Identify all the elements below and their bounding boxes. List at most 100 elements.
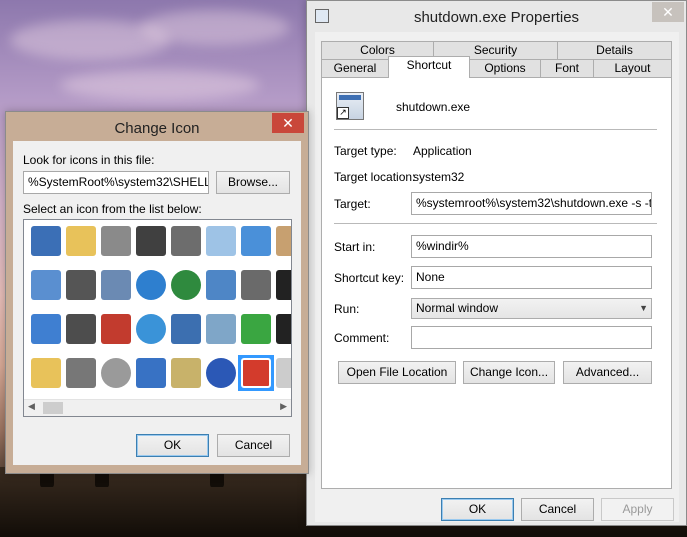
globe-icon-glyph <box>136 270 166 300</box>
select-icon-label: Select an icon from the list below: <box>23 202 202 216</box>
drive-icon[interactable] <box>98 223 134 259</box>
window-app-icon-glyph <box>31 226 61 256</box>
icon-list[interactable]: ◀ ▶ <box>23 219 292 417</box>
chevron-down-icon: ▼ <box>639 303 648 313</box>
cancel-button[interactable]: Cancel <box>521 498 594 521</box>
partial-icon-glyph <box>276 226 291 256</box>
tab-options[interactable]: Options <box>469 59 541 78</box>
advanced-button[interactable]: Advanced... <box>563 361 652 384</box>
window-frame-icon[interactable] <box>238 223 274 259</box>
folder-icon[interactable] <box>63 223 99 259</box>
clock-doc-icon[interactable] <box>203 223 239 259</box>
cd-drive-icon-glyph <box>101 358 131 388</box>
shortcut-key-label: Shortcut key: <box>334 271 405 285</box>
drive-network-icon[interactable] <box>63 267 99 303</box>
dialog-client: Look for icons in this file: %SystemRoot… <box>13 141 301 465</box>
target-field[interactable]: %systemroot%\system32\shutdown.exe -s -t… <box>411 192 652 215</box>
network-drive-icon-glyph <box>101 270 131 300</box>
cd-drive-icon[interactable] <box>98 355 134 391</box>
printer-icon[interactable] <box>168 223 204 259</box>
search-icon[interactable] <box>203 311 239 347</box>
window-app-icon[interactable] <box>28 223 64 259</box>
arrow-drive-icon[interactable] <box>238 311 274 347</box>
dialog-cancel-button[interactable]: Cancel <box>217 434 290 457</box>
scroll-left-icon[interactable]: ◀ <box>28 401 35 412</box>
floppy-icon-glyph <box>66 314 96 344</box>
drive-icon-2[interactable] <box>63 355 99 391</box>
partial-icon[interactable] <box>273 223 291 259</box>
search-icon-glyph <box>206 314 236 344</box>
browse-button[interactable]: Browse... <box>216 171 290 194</box>
look-for-label: Look for icons in this file: <box>23 153 155 167</box>
scroll-right-icon[interactable]: ▶ <box>280 401 287 412</box>
help-icon[interactable] <box>203 355 239 391</box>
dialog-title: Change Icon <box>114 120 200 137</box>
clock-doc-icon-glyph <box>206 226 236 256</box>
apply-button[interactable]: Apply <box>601 498 674 521</box>
tab-layout[interactable]: Layout <box>593 59 672 78</box>
scroll-thumb[interactable] <box>43 402 63 414</box>
keypad-icon[interactable] <box>168 355 204 391</box>
tab-font[interactable]: Font <box>540 59 594 78</box>
chip-icon-glyph <box>136 226 166 256</box>
properties-client: Colors Security Details General Shortcut… <box>315 32 679 522</box>
window-icon-glyph <box>31 314 61 344</box>
network-icon[interactable] <box>168 311 204 347</box>
run-select[interactable]: Normal window ▼ <box>411 298 652 319</box>
control-panel-icon[interactable] <box>203 267 239 303</box>
globe-network-icon[interactable] <box>168 267 204 303</box>
cloud <box>140 10 290 45</box>
globe-network-icon-glyph <box>171 270 201 300</box>
change-icon-button[interactable]: Change Icon... <box>463 361 555 384</box>
drive-icon-2-glyph <box>66 358 96 388</box>
computer-icon[interactable] <box>133 355 169 391</box>
comment-field[interactable] <box>411 326 652 349</box>
target-type-label: Target type: <box>334 144 397 158</box>
network-drive-icon[interactable] <box>98 267 134 303</box>
mouse-globe-icon[interactable] <box>133 311 169 347</box>
run-label: Run: <box>334 302 360 316</box>
chip-icon[interactable] <box>133 223 169 259</box>
start-in-field[interactable]: %windir% <box>411 235 652 258</box>
target-location-label: Target location: <box>334 170 416 184</box>
tab-shortcut[interactable]: Shortcut <box>388 56 470 78</box>
drive-x-icon[interactable] <box>98 311 134 347</box>
tab-details[interactable]: Details <box>557 41 672 60</box>
keypad-icon-glyph <box>171 358 201 388</box>
file-name: shutdown.exe <box>396 100 471 114</box>
divider <box>334 223 657 224</box>
floppy-icon[interactable] <box>63 311 99 347</box>
shortcut-key-field[interactable]: None <box>411 266 652 289</box>
shortcut-file-icon: ↗ <box>336 92 364 120</box>
close-button[interactable]: ✕ <box>652 2 684 22</box>
target-type-value: Application <box>413 144 472 158</box>
shortcut-arrow-icon-glyph <box>276 270 291 300</box>
open-file-location-button[interactable]: Open File Location <box>338 361 456 384</box>
folder-icon-glyph <box>66 226 96 256</box>
tab-general[interactable]: General <box>321 59 389 78</box>
network-icon-glyph <box>171 314 201 344</box>
shortcut-arrow-icon[interactable] <box>273 267 291 303</box>
window-icon[interactable] <box>28 311 64 347</box>
cube-icon[interactable] <box>238 267 274 303</box>
ok-button[interactable]: OK <box>441 498 514 521</box>
drive-x-icon-glyph <box>101 314 131 344</box>
dialog-close-button[interactable]: ✕ <box>272 113 304 133</box>
control-panel-icon-glyph <box>206 270 236 300</box>
power-icon[interactable] <box>238 355 274 391</box>
dialog-ok-button[interactable]: OK <box>136 434 209 457</box>
partial-icon-2[interactable] <box>273 355 291 391</box>
horizontal-scrollbar[interactable]: ◀ ▶ <box>24 399 291 416</box>
folder-icon-2[interactable] <box>28 355 64 391</box>
document-icon[interactable] <box>28 267 64 303</box>
mouse-globe-icon-glyph <box>136 314 166 344</box>
comment-label: Comment: <box>334 331 390 345</box>
icon-file-path-field[interactable]: %SystemRoot%\system32\SHELL32 <box>23 171 209 194</box>
start-in-label: Start in: <box>334 240 376 254</box>
target-location-value: system32 <box>413 170 465 184</box>
globe-icon[interactable] <box>133 267 169 303</box>
arrow-drive-icon-glyph <box>241 314 271 344</box>
power-icon-glyph <box>241 358 271 388</box>
properties-window: shutdown.exe Properties ✕ Colors Securit… <box>306 0 687 526</box>
small-glyph-icon[interactable] <box>273 311 291 347</box>
